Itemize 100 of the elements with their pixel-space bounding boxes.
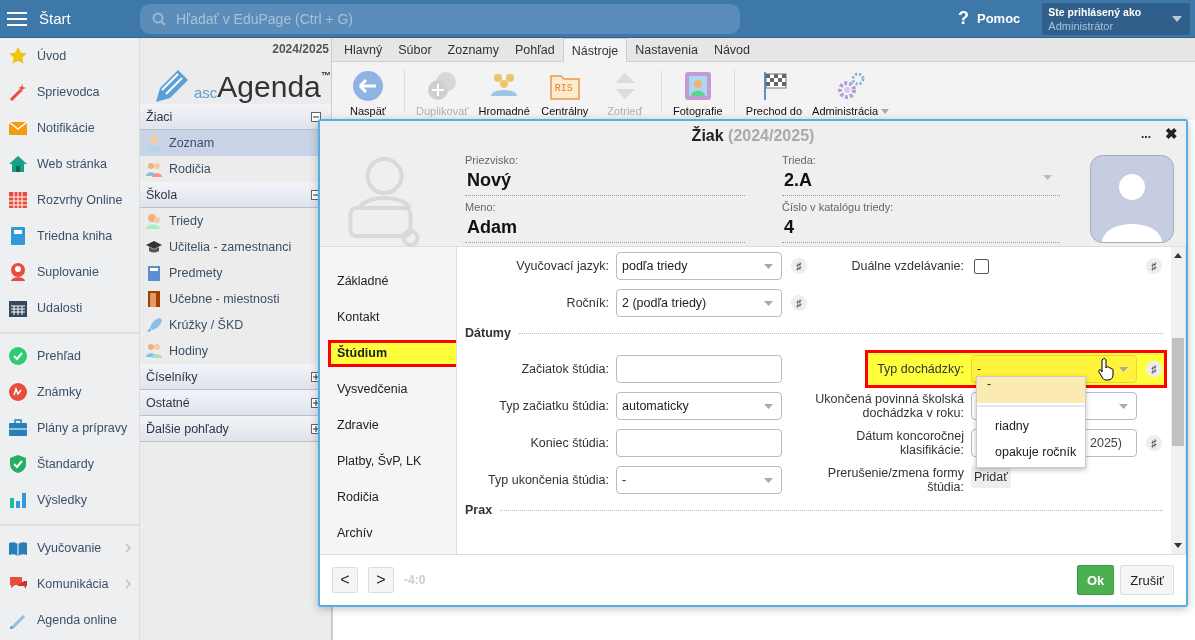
more-button[interactable]: ... xyxy=(1141,125,1151,143)
dropdown-option[interactable]: riadny xyxy=(977,413,1085,439)
person-icon xyxy=(8,262,28,282)
input-field[interactable] xyxy=(616,429,782,457)
scrollbar-thumb[interactable] xyxy=(1172,338,1184,446)
tab[interactable]: Nastavenia xyxy=(627,38,706,61)
field-label: Začiatok štúdia: xyxy=(520,362,609,376)
toolbar-button[interactable]: Fotografie xyxy=(669,70,726,117)
search-field[interactable]: Hľadať v EduPage (Ctrl + G) xyxy=(140,3,740,34)
dropdown-field[interactable]: podľa triedy xyxy=(616,252,782,280)
tab[interactable]: Návod xyxy=(705,38,758,61)
grid-icon xyxy=(8,190,28,210)
cancel-button[interactable]: Zrušiť xyxy=(1120,565,1174,595)
form-field[interactable]: Priezvisko: Nový xyxy=(465,151,745,196)
previous-button[interactable]: < xyxy=(332,567,358,593)
sidebar-item[interactable]: Notifikácie xyxy=(0,110,139,146)
tab[interactable]: Hlavný xyxy=(336,38,391,61)
hash-button[interactable]: ♯ xyxy=(1146,258,1162,274)
dropdown-field[interactable]: - xyxy=(616,466,782,494)
sidebar-item[interactable]: Agenda online xyxy=(0,602,139,638)
sidebar-item[interactable]: Sprievodca xyxy=(0,74,139,110)
tab[interactable]: Súbor xyxy=(390,38,440,61)
input-field[interactable] xyxy=(616,355,782,383)
hand-cursor-icon xyxy=(1097,357,1115,381)
sidebar-item[interactable]: Výsledky xyxy=(0,482,139,518)
sidebar-item[interactable]: Vyučovanie xyxy=(0,530,139,566)
help-link[interactable]: ? Pomoc xyxy=(958,8,1021,29)
caret-icon xyxy=(1119,403,1128,409)
field-label: Typ dochádzky: xyxy=(876,362,964,376)
hash-button[interactable]: ♯ xyxy=(1146,435,1162,451)
field-label: Duálne vzdelávanie: xyxy=(850,259,964,273)
notebook-icon xyxy=(145,264,163,282)
field-label: Dátum koncoročnej klasifikácie: xyxy=(855,429,964,457)
user-caption: Ste prihlásený ako xyxy=(1048,5,1142,18)
sidebar-item[interactable]: Web stránka xyxy=(0,146,139,182)
hash-button[interactable]: ♯ xyxy=(791,295,807,311)
tab[interactable]: Pohľad xyxy=(507,38,563,61)
caret-icon xyxy=(764,263,773,269)
dropdown-field[interactable]: automaticky xyxy=(616,392,782,420)
form-field[interactable]: Číslo v katalógu triedy: 4 xyxy=(782,198,1060,243)
tree-item[interactable]: Predmety xyxy=(140,260,331,286)
sidebar-item[interactable]: Suplovanie xyxy=(0,254,139,290)
nav-item[interactable]: Základné xyxy=(328,268,456,295)
menu-button[interactable]: Štart xyxy=(0,0,140,38)
tree-item[interactable]: Hodiny xyxy=(140,338,331,364)
sidebar-item[interactable]: Rozvrhy Online xyxy=(0,182,139,218)
sidebar-item[interactable]: Triedna kniha xyxy=(0,218,139,254)
dropdown-field[interactable]: 2 (podľa triedy) xyxy=(616,289,782,317)
toolbar-button[interactable]: Hromadné xyxy=(475,70,533,117)
section-title: Prax xyxy=(465,503,493,517)
nav-item[interactable]: Platby, ŠvP, LK xyxy=(328,448,456,475)
toolbar-button[interactable]: RIS Centrálny xyxy=(536,70,593,117)
scroll-down-icon xyxy=(1174,543,1182,548)
next-button[interactable]: > xyxy=(368,567,394,593)
toolbar-button[interactable]: Naspäť xyxy=(340,70,396,117)
toolbar-button[interactable]: Prechod do xyxy=(742,70,806,117)
sidebar-item[interactable]: Prehľad xyxy=(0,338,139,374)
form-field[interactable]: Meno: Adam xyxy=(465,198,745,243)
sidebar-item[interactable]: Štandardy xyxy=(0,446,139,482)
tree-item[interactable]: Učitelia - zamestnanci xyxy=(140,234,331,260)
house-icon xyxy=(8,154,28,174)
sidebar-item[interactable]: Známky xyxy=(0,374,139,410)
sidebar-item[interactable]: Plány a prípravy xyxy=(0,410,139,446)
scribble-circle-icon xyxy=(8,382,28,402)
dropdown-option[interactable]: opakuje ročník xyxy=(977,439,1085,465)
sidebar-item[interactable]: Úvod xyxy=(0,38,139,74)
field-label: Prerušenie/zmena formy štúdia: xyxy=(826,466,964,494)
nav-item[interactable]: Kontakt xyxy=(328,304,456,331)
close-button[interactable]: ✖ xyxy=(1165,125,1178,143)
nav-item[interactable]: Štúdium xyxy=(328,340,456,367)
tree-item[interactable]: Rodičia xyxy=(140,156,331,182)
tree-section-header[interactable]: Žiaci xyxy=(140,104,331,130)
sidebar-item[interactable]: Udalosti xyxy=(0,290,139,326)
caret-icon xyxy=(1119,366,1128,372)
tree-item[interactable]: Triedy xyxy=(140,208,331,234)
form-field[interactable]: Trieda: 2.A xyxy=(782,151,1060,196)
checkbox[interactable] xyxy=(974,258,989,274)
nav-item[interactable]: Archív xyxy=(328,520,456,547)
school-year: 2024/2025 xyxy=(271,41,330,56)
add-button[interactable]: Pridať xyxy=(971,466,1011,488)
dialog-title: Žiak (2024/2025) xyxy=(691,127,815,145)
tab[interactable]: Zoznamy xyxy=(439,38,507,61)
field-label: Typ ukončenia štúdia: xyxy=(487,473,609,487)
user-menu[interactable]: Ste prihlásený ako Administrátor xyxy=(1042,2,1191,35)
nav-item[interactable]: Zdravie xyxy=(328,412,456,439)
tab[interactable]: Nástroje xyxy=(562,38,628,62)
nav-item[interactable]: Vysvedčenia xyxy=(328,376,456,403)
tree-item[interactable]: Krúžky / ŠKD xyxy=(140,312,331,338)
hash-button[interactable]: ♯ xyxy=(791,258,807,274)
caret-icon xyxy=(1172,15,1183,22)
calendar-icon xyxy=(8,298,28,318)
scrollbar[interactable] xyxy=(1171,247,1185,554)
briefcase-icon xyxy=(8,418,28,438)
logo-text: ascAgenda™ xyxy=(194,70,331,104)
nav-item[interactable]: Rodičia xyxy=(328,484,456,511)
dropdown-option[interactable]: - xyxy=(977,377,1085,403)
sidebar-item[interactable]: Komunikácia xyxy=(0,566,139,602)
toolbar-button[interactable]: Administrácia xyxy=(809,70,893,117)
tree-item[interactable]: Učebne - miestnosti xyxy=(140,286,331,312)
check-circle-icon xyxy=(8,346,28,366)
